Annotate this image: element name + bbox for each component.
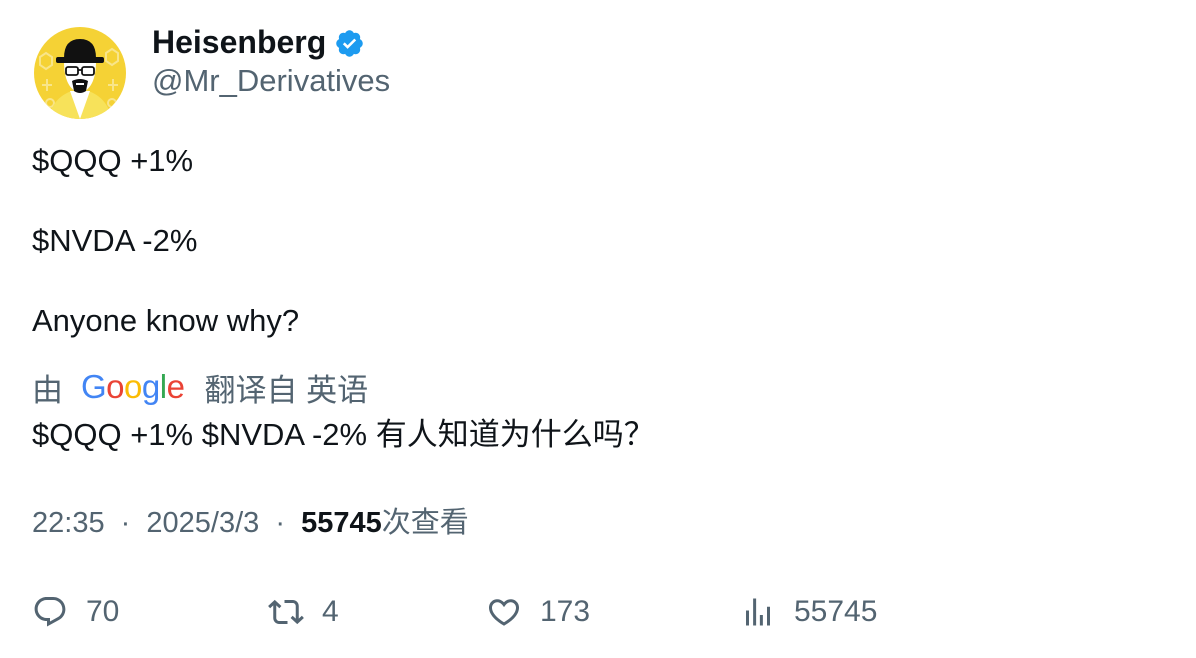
retweet-button[interactable]: 4 bbox=[268, 592, 339, 632]
google-logo: Google bbox=[81, 368, 185, 405]
views-label: 次查看 bbox=[381, 507, 469, 539]
translation-prefix: 由 bbox=[32, 372, 63, 408]
tweet-meta: 22:35 · 2025/3/3 · 55745次查看 bbox=[32, 505, 469, 541]
views-action-count: 55745 bbox=[794, 595, 878, 628]
translation-suffix: 翻译自 英语 bbox=[204, 372, 369, 408]
like-count: 173 bbox=[540, 595, 591, 628]
translated-text: $QQQ +1% $NVDA -2% 有人知道为什么吗？ bbox=[32, 417, 655, 452]
meta-separator: · bbox=[120, 507, 131, 539]
tweet-time[interactable]: 22:35 bbox=[32, 507, 105, 539]
retweet-count: 4 bbox=[322, 595, 339, 628]
tweet-text-line: $QQQ +1% bbox=[32, 143, 194, 178]
display-name[interactable]: Heisenberg bbox=[152, 23, 326, 61]
reply-icon bbox=[34, 597, 66, 627]
heart-icon bbox=[488, 599, 520, 626]
meta-separator: · bbox=[275, 507, 285, 539]
like-button[interactable]: 173 bbox=[486, 592, 590, 632]
analytics-icon bbox=[746, 598, 770, 626]
reply-count: 70 bbox=[86, 595, 120, 628]
translation-attribution[interactable]: 由 Google 翻译自 英语 bbox=[32, 367, 369, 408]
tweet-date[interactable]: 2025/3/3 bbox=[146, 507, 259, 539]
heisenberg-avatar-icon bbox=[34, 27, 126, 119]
views-count: 55745 bbox=[301, 507, 382, 539]
tweet-text-line: Anyone know why? bbox=[32, 303, 300, 338]
tweet-text-line: $NVDA -2% bbox=[32, 223, 198, 258]
views-button[interactable]: 55745 bbox=[740, 592, 877, 632]
user-handle[interactable]: @Mr_Derivatives bbox=[152, 63, 390, 99]
avatar[interactable] bbox=[34, 27, 126, 119]
retweet-icon bbox=[268, 599, 304, 625]
reply-button[interactable]: 70 bbox=[32, 592, 119, 632]
verified-badge-icon[interactable] bbox=[334, 28, 365, 59]
